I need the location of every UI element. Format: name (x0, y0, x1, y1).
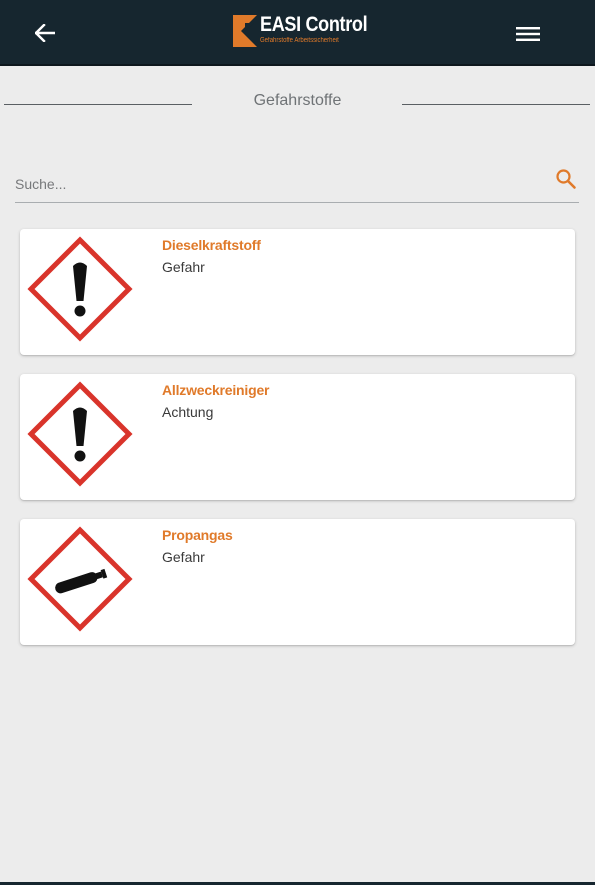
hazard-name: Allzweckreiniger (162, 382, 270, 398)
hazard-name: Propangas (162, 527, 233, 543)
search-icon[interactable] (555, 168, 577, 190)
exclamation-mark-icon (27, 236, 133, 342)
app-logo: EASI Control Gefahrstoffe Arbeitssicherh… (232, 14, 385, 50)
search-bar (15, 164, 579, 203)
logo-text: EASI Control Gefahrstoffe Arbeitssicherh… (260, 14, 385, 45)
divider (402, 104, 590, 105)
signal-word: Gefahr (162, 259, 205, 275)
logo-title: EASI Control (260, 13, 368, 36)
back-button[interactable] (26, 16, 64, 50)
exclamation-mark-icon (27, 381, 133, 487)
hazard-item-card[interactable]: Dieselkraftstoff Gefahr (20, 229, 575, 355)
signal-word: Gefahr (162, 549, 205, 565)
logo-mark-icon (233, 15, 257, 47)
hazard-item-card[interactable]: Allzweckreiniger Achtung (20, 374, 575, 500)
search-input[interactable] (15, 172, 535, 196)
gas-cylinder-icon (27, 526, 133, 632)
page-title: Gefahrstoffe (253, 92, 342, 109)
section-heading: Gefahrstoffe (0, 88, 595, 118)
signal-word: Achtung (162, 404, 214, 420)
app-header: EASI Control Gefahrstoffe Arbeitssicherh… (0, 0, 595, 66)
menu-button[interactable] (508, 16, 548, 52)
logo-tagline: Gefahrstoffe Arbeitssicherheit (260, 37, 339, 44)
hazard-item-card[interactable]: Propangas Gefahr (20, 519, 575, 645)
hamburger-menu-icon (516, 27, 540, 41)
arrow-left-icon (35, 24, 55, 42)
hazard-name: Dieselkraftstoff (162, 237, 261, 253)
